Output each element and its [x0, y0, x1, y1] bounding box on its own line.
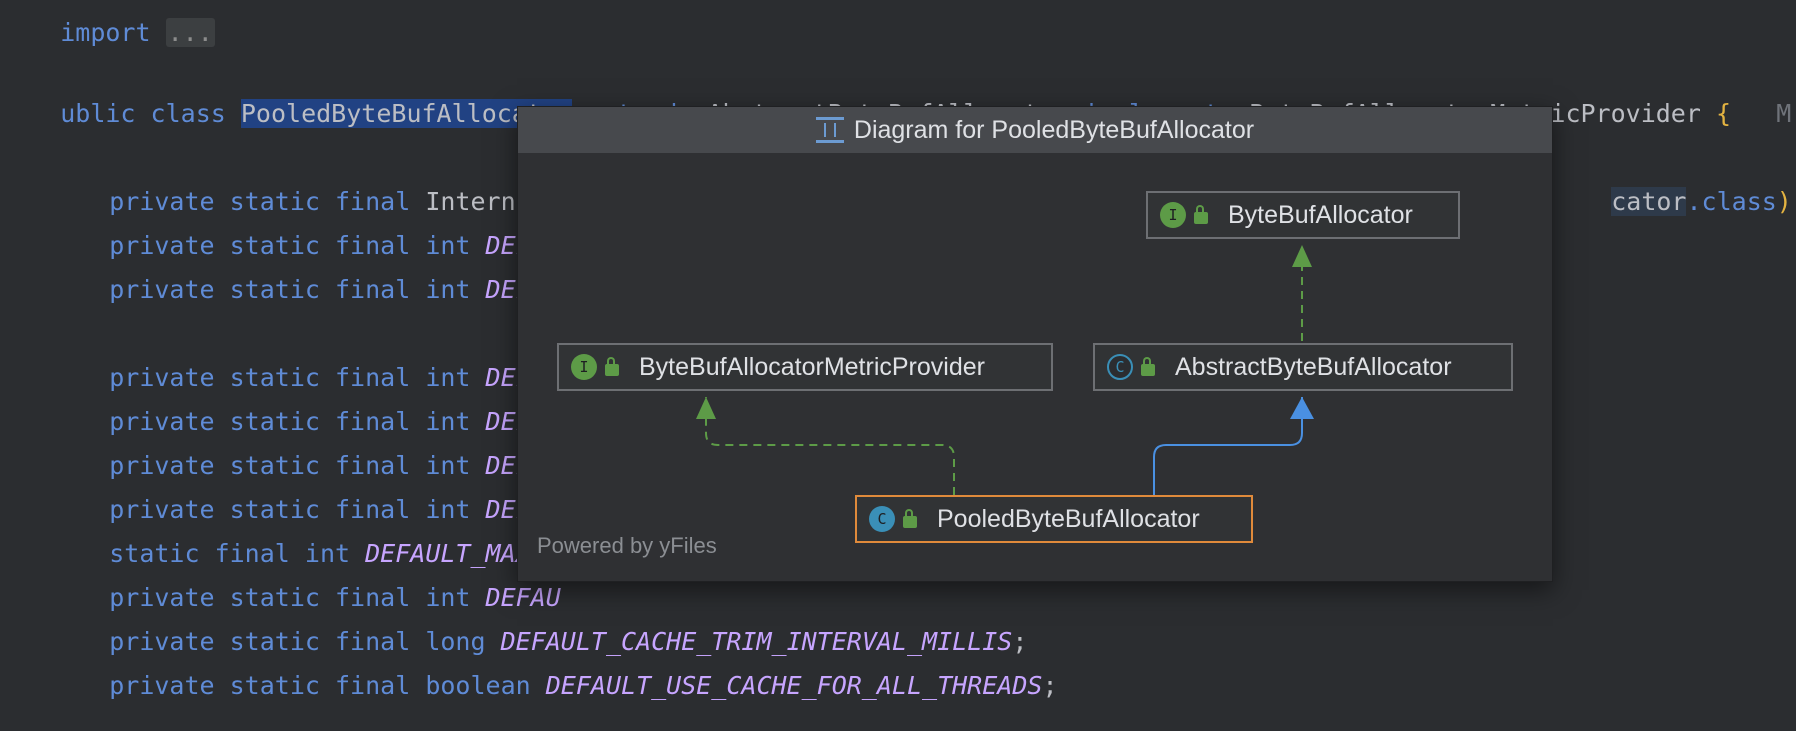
abstract-class-icon: C: [1107, 354, 1133, 380]
modifiers: private static final: [109, 275, 411, 304]
diagram-popup[interactable]: Diagram for PooledByteBufAllocator I Byt…: [517, 106, 1553, 582]
arrowhead-extends: [1290, 397, 1314, 419]
node-label: ByteBufAllocatorMetricProvider: [639, 352, 985, 381]
node-label: ByteBufAllocator: [1228, 200, 1413, 229]
field-type: boolean: [425, 671, 531, 700]
node-bytebufallocator[interactable]: I ByteBufAllocator: [1146, 191, 1460, 239]
lock-icon: [1194, 205, 1208, 224]
logger-class-ref: cator: [1611, 187, 1687, 216]
class-keyword: class: [150, 99, 226, 128]
class-literal: .class: [1686, 187, 1777, 216]
import-line[interactable]: import ...: [0, 0, 215, 78]
code-line-3[interactable]: private static final int DEFAU: [49, 245, 561, 335]
lock-icon: [605, 357, 619, 376]
public-keyword: ublic: [60, 99, 136, 128]
class-icon: C: [869, 506, 895, 532]
powered-by-label: Powered by yFiles: [537, 533, 717, 558]
node-metricprovider[interactable]: I ByteBufAllocatorMetricProvider: [557, 343, 1053, 391]
arrowhead-implements-1: [1292, 245, 1312, 267]
import-fold-marker[interactable]: ...: [165, 18, 215, 47]
statement-end: ;: [1042, 671, 1058, 700]
arrowhead-implements-2: [696, 397, 716, 419]
edge-pooled-to-metricprovider: [705, 397, 955, 495]
field-type: int: [425, 275, 471, 304]
modifiers: private static final: [109, 671, 411, 700]
import-keyword: import: [60, 18, 151, 47]
lock-icon: [903, 509, 917, 528]
node-label: PooledByteBufAllocator: [937, 504, 1200, 533]
statement-end: );: [1776, 187, 1796, 216]
node-label: AbstractByteBufAllocator: [1175, 352, 1452, 381]
edge-pooled-to-abstract: [1153, 397, 1303, 495]
open-brace: {: [1715, 99, 1732, 128]
field-name: DEFAULT_USE_CACHE_FOR_ALL_THREADS: [545, 671, 1043, 700]
interface-icon: I: [571, 354, 597, 380]
code-line-1-tail[interactable]: cator.class);: [1551, 157, 1796, 247]
inlay-hint: M: [1776, 99, 1792, 128]
lock-icon: [1141, 357, 1155, 376]
node-pooledbytebufallocator[interactable]: C PooledByteBufAllocator: [855, 495, 1253, 543]
node-abstractbytebufallocator[interactable]: C AbstractByteBufAllocator: [1093, 343, 1513, 391]
code-line-11[interactable]: private static final boolean DEFAULT_USE…: [49, 641, 1058, 731]
interface-icon: I: [1160, 202, 1186, 228]
